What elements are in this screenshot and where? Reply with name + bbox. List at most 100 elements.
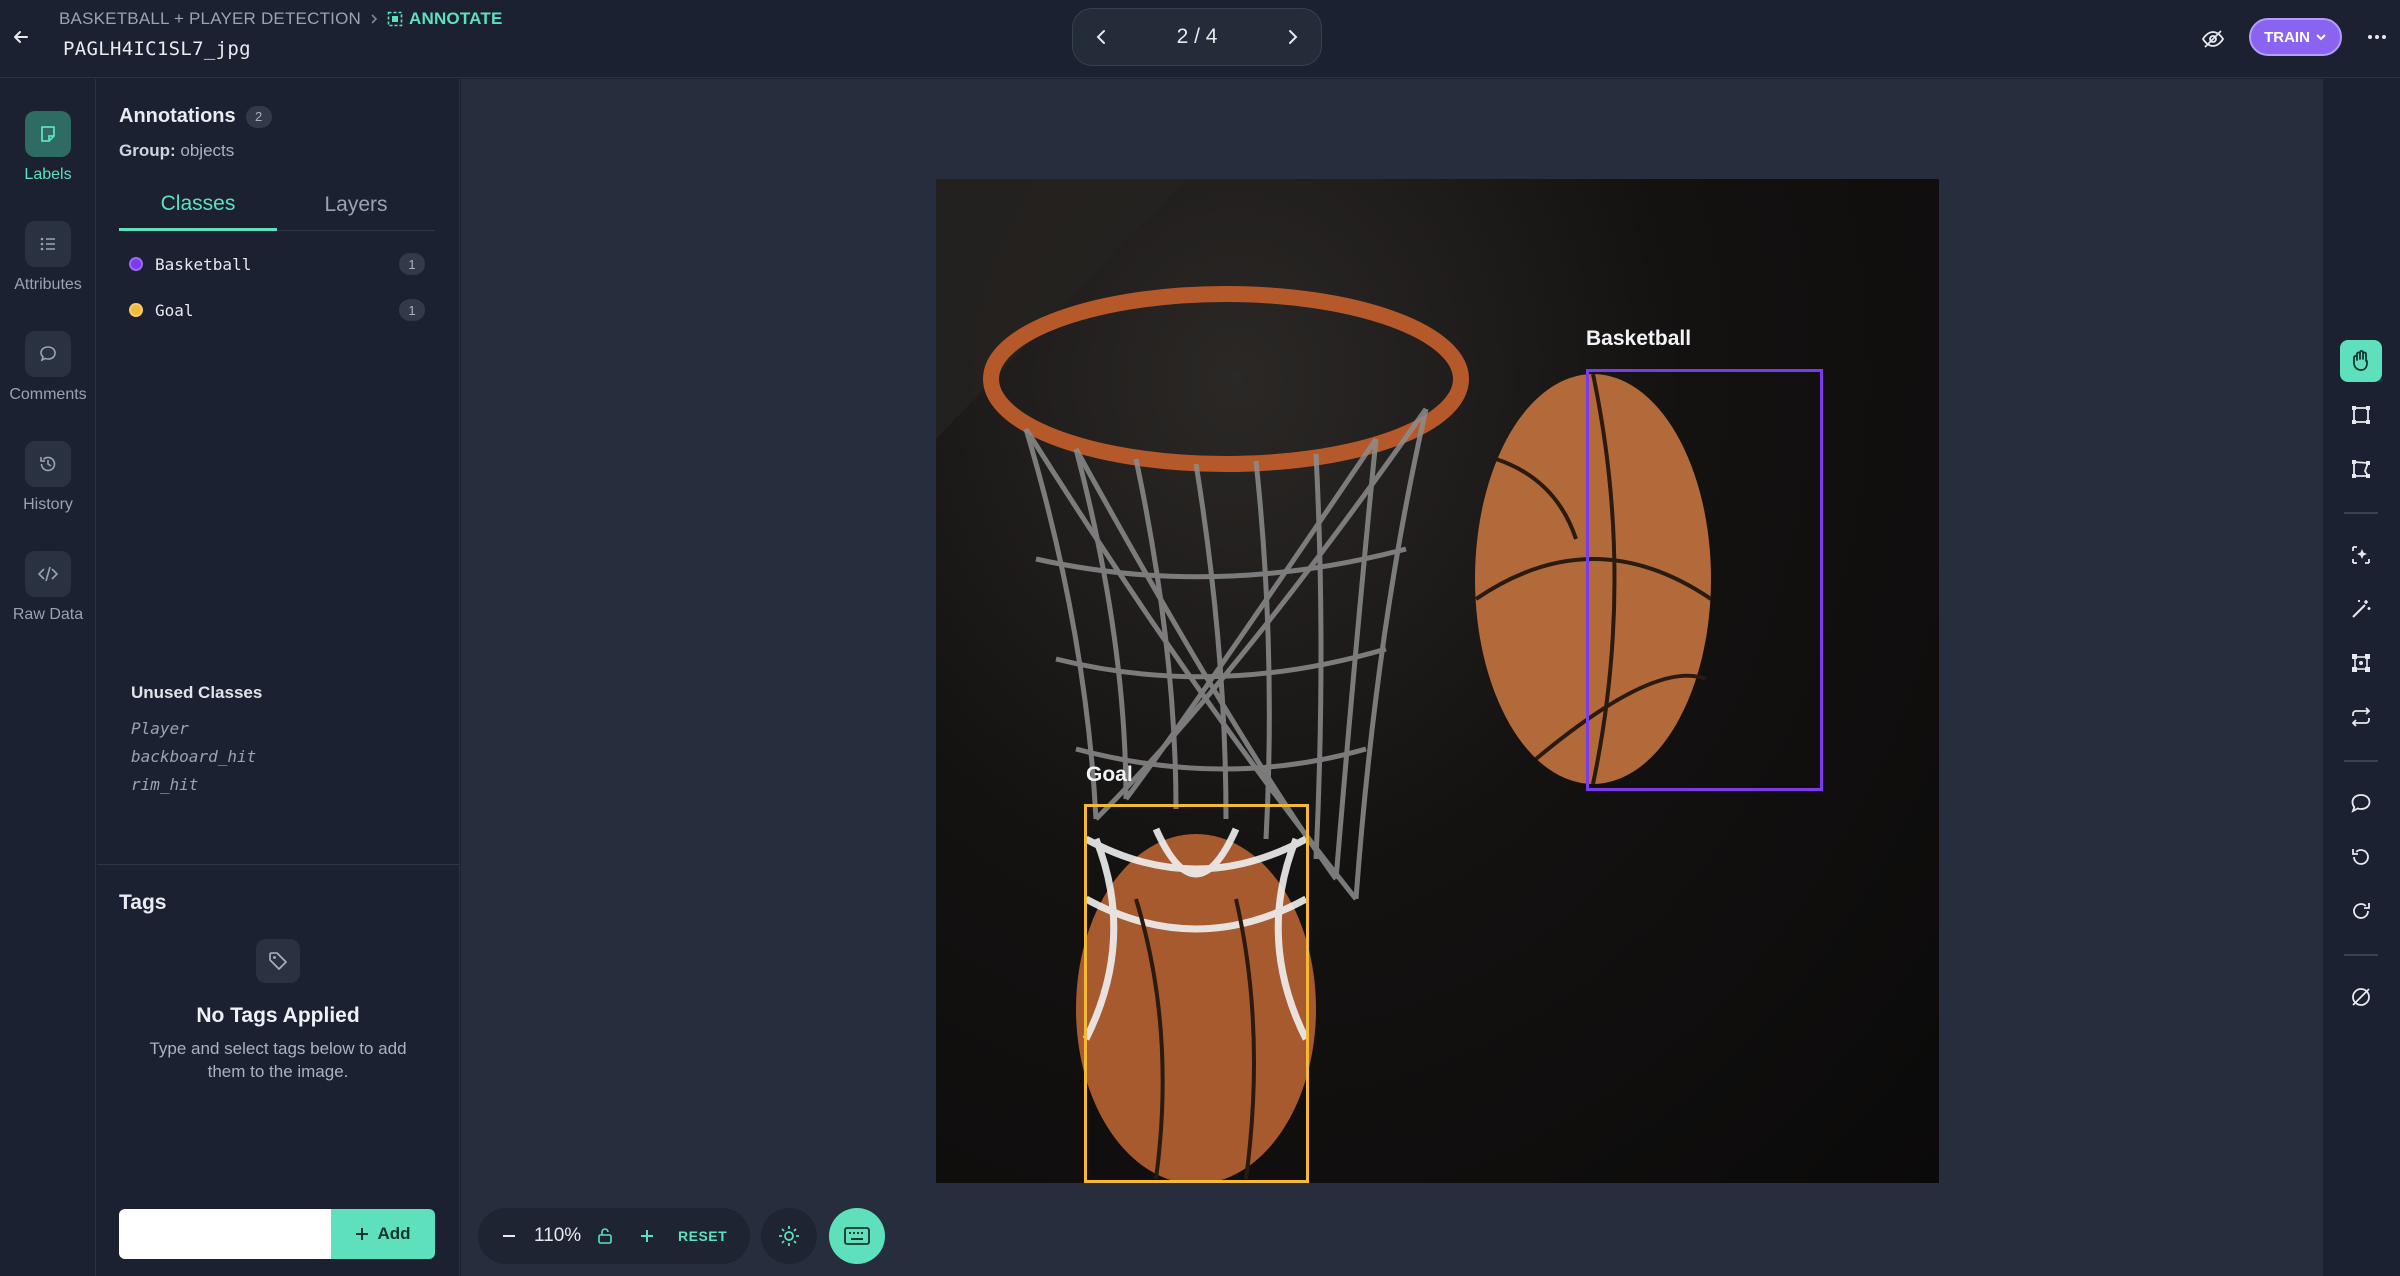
class-list: Basketball 1 Goal 1	[119, 241, 435, 333]
tool-separator	[2344, 954, 2378, 956]
repeat-previous-tool[interactable]	[2340, 696, 2382, 738]
breadcrumb-current: ANNOTATE	[387, 9, 503, 29]
redo-tool[interactable]	[2340, 890, 2382, 932]
zoom-out-button[interactable]	[492, 1219, 526, 1253]
polygon-tool[interactable]	[2340, 448, 2382, 490]
minus-icon	[503, 1235, 515, 1237]
panel-tabs: Classes Layers	[119, 179, 435, 231]
tab-layers[interactable]: Layers	[277, 179, 435, 231]
undo-tool[interactable]	[2340, 836, 2382, 878]
rail-label: Comments	[9, 386, 87, 403]
tool-rail	[2326, 328, 2396, 1038]
polygon-icon	[2352, 460, 2370, 478]
prev-image-button[interactable]	[1085, 21, 1117, 53]
unused-class-item[interactable]: rim_hit	[131, 771, 256, 799]
zoom-in-button[interactable]	[630, 1219, 664, 1253]
next-image-button[interactable]	[1277, 21, 1309, 53]
bbox-goal[interactable]	[1084, 804, 1309, 1183]
null-annotation-tool[interactable]	[2340, 976, 2382, 1018]
hand-icon	[2353, 350, 2368, 371]
no-tags-title: No Tags Applied	[196, 1004, 360, 1027]
chevron-down-icon	[2316, 34, 2326, 41]
annotations-title: Annotations	[119, 105, 236, 127]
tag-input[interactable]	[119, 1209, 331, 1259]
eye-off-icon	[2201, 30, 2225, 48]
group-line: Group: objects	[119, 141, 234, 161]
unused-class-item[interactable]: Player	[131, 715, 256, 743]
keyboard-icon	[844, 1227, 870, 1245]
train-button-label: TRAIN	[2264, 28, 2310, 46]
class-name: Goal	[155, 300, 194, 320]
list-icon	[25, 221, 71, 267]
chevron-left-icon	[1096, 30, 1105, 44]
code-icon	[25, 551, 71, 597]
tab-classes[interactable]: Classes	[119, 179, 277, 231]
keypoint-tool[interactable]	[2340, 642, 2382, 684]
annotation-app: BASKETBALL + PLAYER DETECTION ANNOTATE P…	[0, 0, 2400, 1276]
tool-separator	[2344, 760, 2378, 762]
bbox-basketball[interactable]	[1586, 369, 1823, 791]
chevron-right-icon	[1289, 30, 1298, 44]
group-value: objects	[180, 141, 235, 160]
annotations-panel: Annotations 2 Group: objects Classes Lay…	[97, 79, 460, 1276]
unused-classes-title: Unused Classes	[131, 683, 263, 702]
left-nav-rail: Labels Attributes Comments History Raw D…	[0, 79, 96, 1276]
annotations-count-badge: 2	[245, 105, 272, 128]
unlock-icon	[598, 1228, 612, 1244]
keypoint-icon	[2352, 654, 2370, 672]
bbox-label-basketball: Basketball	[1586, 327, 1692, 350]
class-count-badge: 1	[399, 299, 425, 321]
smart-select-tool[interactable]	[2340, 534, 2382, 576]
rail-item-labels[interactable]: Labels	[0, 111, 96, 211]
tag-icon	[256, 939, 300, 983]
reset-zoom-button[interactable]: RESET	[678, 1228, 727, 1244]
bounding-box-icon	[2352, 406, 2370, 424]
add-tag-label: Add	[377, 1224, 411, 1243]
back-button[interactable]	[4, 20, 38, 54]
repeat-icon	[2351, 707, 2371, 727]
more-options-button[interactable]	[2360, 20, 2394, 54]
no-tags-subtitle: Type and select tags below to add them t…	[149, 1039, 407, 1081]
sun-icon	[779, 1226, 799, 1246]
rail-item-comments[interactable]: Comments	[0, 331, 96, 431]
zoom-toolbar: 110% RESET	[478, 1208, 750, 1264]
zoom-level: 110%	[534, 1225, 582, 1246]
rail-item-attributes[interactable]: Attributes	[0, 221, 96, 321]
pan-tool[interactable]	[2340, 340, 2382, 382]
more-horizontal-icon	[2368, 35, 2386, 39]
comment-icon	[25, 331, 71, 377]
breadcrumb: BASKETBALL + PLAYER DETECTION ANNOTATE	[59, 9, 503, 29]
plus-icon	[356, 1228, 369, 1240]
tool-separator	[2344, 512, 2378, 514]
toggle-annotations-visibility-button[interactable]	[2196, 22, 2230, 56]
train-button[interactable]: TRAIN	[2249, 18, 2342, 56]
breadcrumb-project[interactable]: BASKETBALL + PLAYER DETECTION	[59, 9, 361, 29]
comment-tool[interactable]	[2340, 782, 2382, 824]
annotate-icon	[387, 11, 403, 27]
panel-divider	[97, 864, 459, 865]
top-header: BASKETBALL + PLAYER DETECTION ANNOTATE P…	[0, 0, 2400, 78]
pager-position: 2 / 4	[1176, 25, 1218, 48]
brightness-button[interactable]	[761, 1208, 817, 1264]
annotated-image[interactable]: Basketball Goal	[936, 179, 1939, 1183]
undo-icon	[2352, 849, 2369, 865]
keyboard-shortcuts-button[interactable]	[829, 1208, 885, 1264]
rail-label: History	[23, 496, 73, 513]
rail-item-raw-data[interactable]: Raw Data	[0, 551, 96, 651]
class-count-badge: 1	[399, 253, 425, 275]
rail-item-history[interactable]: History	[0, 441, 96, 541]
redo-icon	[2353, 903, 2370, 919]
class-row-goal[interactable]: Goal 1	[119, 287, 435, 333]
arrow-left-icon	[14, 31, 28, 43]
class-row-basketball[interactable]: Basketball 1	[119, 241, 435, 287]
bounding-box-tool[interactable]	[2340, 394, 2382, 436]
lock-zoom-button[interactable]	[588, 1219, 622, 1253]
null-icon	[2352, 988, 2370, 1006]
add-tag-button[interactable]: Add	[331, 1209, 435, 1259]
rail-label: Labels	[24, 166, 72, 183]
magic-wand-tool[interactable]	[2340, 588, 2382, 630]
sparkle-select-icon	[2352, 546, 2370, 564]
unused-class-item[interactable]: backboard_hit	[131, 743, 256, 771]
rail-label: Raw Data	[12, 606, 84, 623]
image-filename: PAGLH4IC1SL7_jpg	[63, 38, 251, 60]
